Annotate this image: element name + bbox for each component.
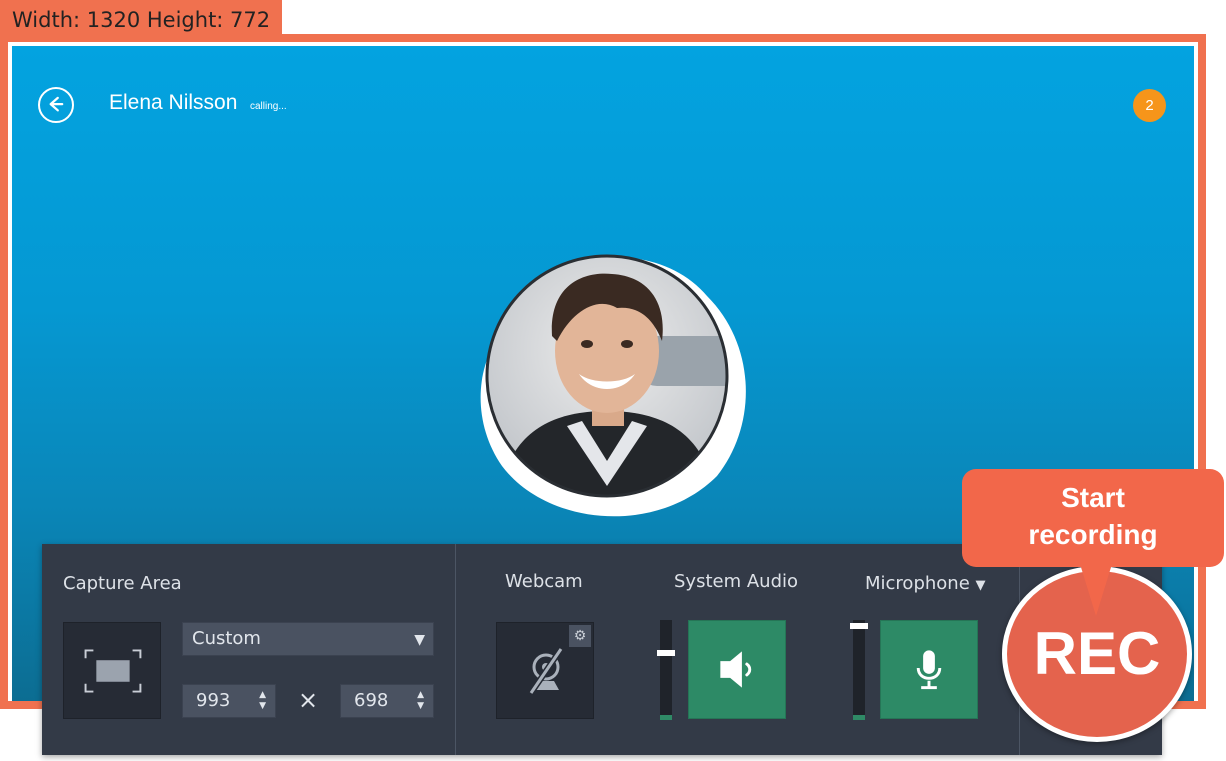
capture-dimension-label: Width: 1320 Height: 772 bbox=[0, 0, 283, 38]
height-value: 698 bbox=[354, 690, 389, 711]
system-audio-slider-handle[interactable] bbox=[657, 650, 675, 656]
gear-icon[interactable]: ⚙ bbox=[569, 625, 591, 647]
width-value: 993 bbox=[196, 690, 231, 711]
chevron-down-icon: ▼ bbox=[975, 578, 986, 593]
microphone-toggle-button[interactable] bbox=[880, 620, 978, 719]
chevron-down-icon: ▼ bbox=[414, 632, 425, 648]
capture-area-label: Capture Area bbox=[63, 573, 182, 594]
notification-badge[interactable]: 2 bbox=[1133, 89, 1166, 122]
dimension-separator: × bbox=[298, 686, 319, 714]
screenshot-stage: Width: 1320 Height: 772 Elena Nilsson ca… bbox=[0, 0, 1226, 761]
section-divider bbox=[455, 544, 456, 755]
start-recording-callout: Start recording bbox=[962, 469, 1224, 567]
call-status: calling... bbox=[250, 101, 287, 112]
system-audio-label: System Audio bbox=[674, 571, 799, 592]
microphone-volume-slider[interactable] bbox=[850, 620, 868, 720]
microphone-label-text: Microphone bbox=[865, 573, 970, 594]
speaker-icon bbox=[720, 651, 752, 688]
webcam-label: Webcam bbox=[505, 571, 583, 592]
area-preset-dropdown[interactable]: Custom ▼ bbox=[182, 622, 434, 656]
select-area-button[interactable] bbox=[63, 622, 161, 719]
back-button[interactable] bbox=[38, 87, 74, 123]
system-audio-level bbox=[660, 715, 672, 720]
callout-line-2: recording bbox=[1028, 519, 1158, 550]
microphone-level bbox=[853, 715, 865, 720]
webcam-toggle-button[interactable]: ⚙ bbox=[496, 622, 594, 719]
recording-panel: Capture Area Custom ▼ 993 ▲ ▼ × 698 ▲ ▼ We… bbox=[42, 544, 1162, 755]
spinner-icon[interactable]: ▲ ▼ bbox=[259, 690, 266, 712]
system-audio-toggle-button[interactable] bbox=[688, 620, 786, 719]
caller-name: Elena Nilsson bbox=[109, 91, 238, 114]
microphone-icon bbox=[916, 650, 942, 690]
capture-area-icon bbox=[84, 649, 142, 693]
callout-line-1: Start bbox=[1061, 482, 1125, 513]
microphone-slider-handle[interactable] bbox=[850, 623, 868, 629]
microphone-label[interactable]: Microphone ▼ bbox=[865, 573, 986, 594]
system-audio-volume-slider[interactable] bbox=[657, 620, 675, 720]
arrow-left-icon bbox=[49, 96, 64, 112]
contact-avatar bbox=[457, 226, 757, 526]
webcam-off-icon bbox=[528, 647, 564, 695]
spinner-icon[interactable]: ▲ ▼ bbox=[417, 690, 424, 712]
area-preset-value: Custom bbox=[192, 628, 261, 649]
callout-pointer bbox=[1080, 564, 1112, 616]
width-input[interactable]: 993 ▲ ▼ bbox=[182, 684, 276, 718]
height-input[interactable]: 698 ▲ ▼ bbox=[340, 684, 434, 718]
